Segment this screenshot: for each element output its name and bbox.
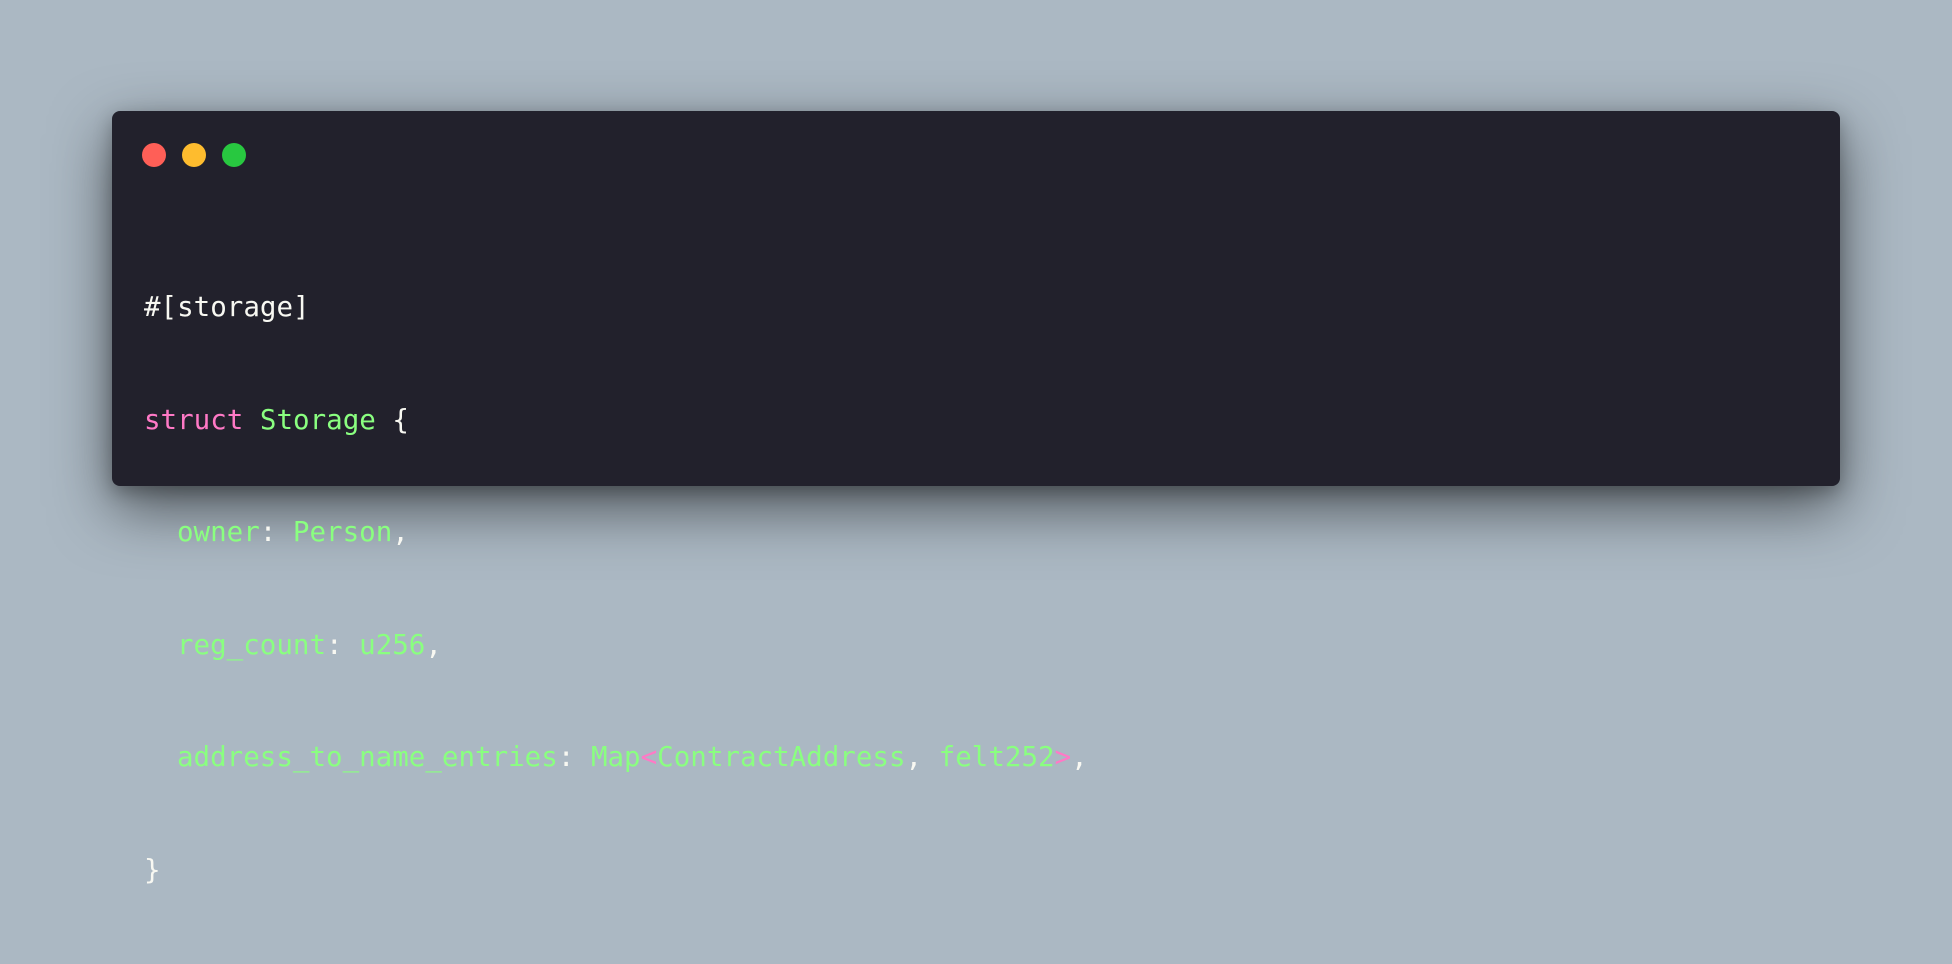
attribute-token: #[storage] bbox=[144, 291, 310, 323]
code-line-close: } bbox=[144, 852, 1088, 890]
field-name: address_to_name_entries bbox=[177, 741, 558, 773]
field-comma: , bbox=[392, 516, 409, 548]
struct-keyword: struct bbox=[144, 403, 244, 436]
field-name: reg_count bbox=[177, 628, 327, 661]
minimize-dot-icon[interactable] bbox=[182, 143, 206, 167]
field-comma: , bbox=[425, 628, 442, 661]
field-type-base: Map bbox=[590, 741, 641, 773]
generic-arg: ContractAddress bbox=[657, 741, 906, 773]
code-line-field: reg_count: u256, bbox=[144, 627, 1088, 665]
close-brace: } bbox=[144, 853, 161, 886]
code-window: #[storage] struct Storage { owner: Perso… bbox=[112, 111, 1840, 886]
field-colon: : bbox=[259, 516, 277, 548]
field-colon: : bbox=[557, 741, 575, 773]
open-brace: { bbox=[392, 403, 409, 436]
field-colon: : bbox=[326, 628, 343, 661]
field-type: u256 bbox=[359, 628, 426, 661]
struct-name: Storage bbox=[259, 403, 376, 436]
code-line-attribute: #[storage] bbox=[144, 289, 1088, 327]
code-block: #[storage] struct Storage { owner: Perso… bbox=[144, 214, 1088, 964]
code-line-struct-decl: struct Storage { bbox=[144, 402, 1088, 440]
code-line-field: address_to_name_entries: Map<ContractAdd… bbox=[144, 739, 1088, 777]
generic-close-bracket: > bbox=[1054, 741, 1072, 773]
generic-arg: felt252 bbox=[938, 741, 1055, 773]
maximize-dot-icon[interactable] bbox=[222, 143, 246, 167]
code-line-field: owner: Person, bbox=[144, 514, 1088, 552]
field-comma: , bbox=[1071, 741, 1088, 773]
window-controls bbox=[142, 143, 246, 167]
field-type: Person bbox=[292, 516, 393, 548]
close-dot-icon[interactable] bbox=[142, 143, 166, 167]
generic-open-bracket: < bbox=[640, 741, 658, 773]
field-name: owner bbox=[177, 516, 260, 548]
generic-separator: , bbox=[905, 741, 939, 773]
